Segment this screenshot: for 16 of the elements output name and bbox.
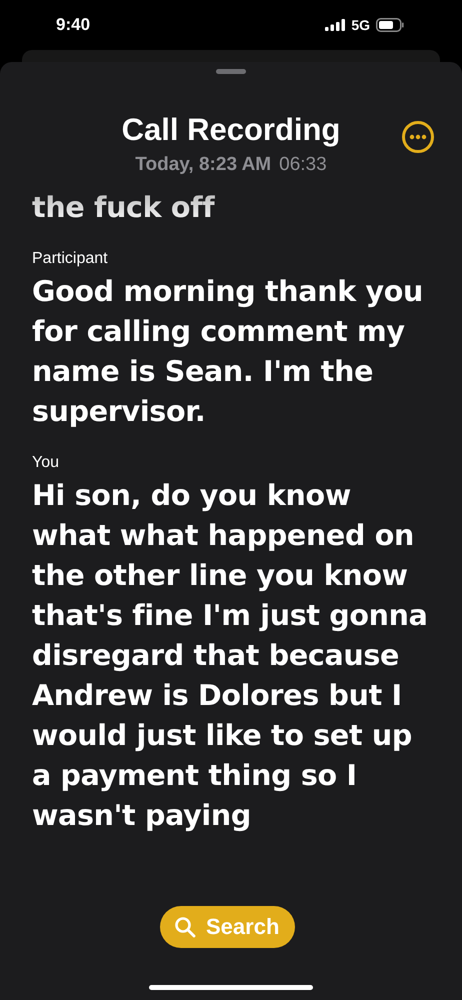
recording-date: Today, 8:23 AM	[135, 154, 272, 176]
transcript-text: Hi son, do you know what what happened on the other line you know that's fine I'm just gonna disregard that because Andrew is Dolores but I would just like to set up a payment thing so I wasn't paying	[32, 478, 429, 834]
recording-title: Call Recording	[122, 112, 340, 148]
battery-icon	[376, 18, 404, 32]
recording-duration: 06:33	[279, 154, 327, 176]
more-icon[interactable]	[401, 120, 435, 154]
search-button[interactable]: Search	[160, 906, 296, 948]
speaker-label: You	[32, 454, 60, 472]
network-label: 5G	[351, 17, 370, 33]
signal-icon	[325, 19, 346, 31]
transcript-text: the fuck off	[32, 190, 216, 226]
sheet-grabber[interactable]	[216, 69, 246, 74]
transcript-text: Good morning thank you for calling comment my name is Sean. I'm the supervisor.	[32, 274, 424, 430]
search-icon	[174, 916, 196, 938]
speaker-label: Participant	[32, 250, 109, 268]
status-time: 9:40	[56, 15, 90, 35]
